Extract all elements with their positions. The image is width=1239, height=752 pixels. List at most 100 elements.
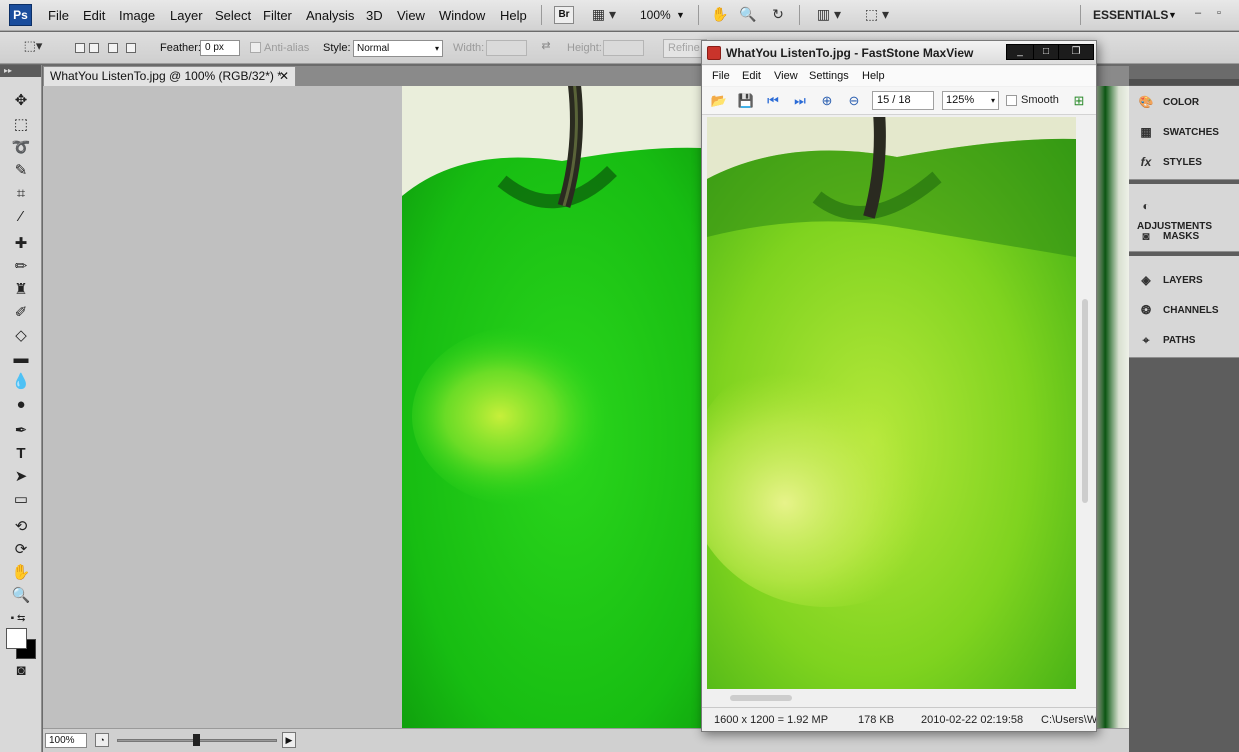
menu-file[interactable]: File bbox=[48, 8, 69, 23]
screen-mode-frame-icon[interactable]: ⬚ ▾ bbox=[860, 6, 894, 24]
shape-tool-icon[interactable]: ▭ bbox=[9, 489, 33, 511]
blur-tool-icon[interactable]: 💧 bbox=[9, 371, 33, 393]
menu-image[interactable]: Image bbox=[119, 8, 155, 23]
history-brush-tool-icon[interactable]: ✐ bbox=[9, 302, 33, 324]
minimize-icon[interactable]: – bbox=[1191, 6, 1205, 20]
marquee-preset-icon[interactable]: ⬚▾ bbox=[20, 38, 46, 56]
dodge-tool-icon[interactable]: ● bbox=[9, 394, 33, 416]
menu-window[interactable]: Window bbox=[439, 8, 485, 23]
path-selection-tool-icon[interactable]: ➤ bbox=[9, 466, 33, 488]
antialias-checkbox[interactable] bbox=[250, 42, 261, 53]
faststone-image-view[interactable] bbox=[707, 117, 1076, 689]
add-image-icon[interactable]: ⊞ bbox=[1070, 93, 1088, 109]
workspace-switcher[interactable]: ESSENTIALS bbox=[1093, 8, 1168, 22]
menu-view[interactable]: View bbox=[397, 8, 425, 23]
bridge-button[interactable]: Br bbox=[554, 6, 574, 24]
open-folder-icon[interactable]: 📂 bbox=[710, 93, 728, 109]
zoom-dropdown-icon[interactable]: ▼ bbox=[676, 10, 685, 20]
fs-menu-file[interactable]: File bbox=[712, 70, 730, 82]
panel-dock-header[interactable] bbox=[1129, 79, 1239, 85]
screen-mode-icon[interactable]: ▦ ▾ bbox=[589, 6, 619, 24]
save-icon[interactable]: 💾 bbox=[737, 93, 755, 109]
fs-menu-settings[interactable]: Settings bbox=[809, 70, 849, 82]
intersect-selection-icon[interactable] bbox=[126, 43, 136, 53]
subtract-selection-icon[interactable] bbox=[108, 43, 118, 53]
zoom-out-icon[interactable]: ⊖ bbox=[845, 93, 863, 109]
hand-tool-icon[interactable]: ✋ bbox=[710, 6, 730, 24]
type-tool-icon[interactable]: T bbox=[9, 443, 33, 465]
swap-dimensions-icon[interactable]: ⇄ bbox=[539, 39, 553, 57]
timeline-slider-thumb[interactable] bbox=[193, 734, 200, 746]
hand-tool-icon[interactable]: ✋ bbox=[9, 562, 33, 584]
menu-analysis[interactable]: Analysis bbox=[306, 8, 354, 23]
zoom-in-icon[interactable]: ⊕ bbox=[818, 93, 836, 109]
restore-icon[interactable]: ▫ bbox=[1212, 6, 1226, 20]
play-icon[interactable]: ▶ bbox=[282, 732, 296, 748]
feather-input[interactable]: 0 px bbox=[200, 40, 240, 56]
eyedropper-tool-icon[interactable]: ⁄ bbox=[9, 206, 33, 228]
fs-menu-view[interactable]: View bbox=[774, 70, 798, 82]
vertical-scrollbar[interactable] bbox=[1082, 299, 1088, 503]
zoom-tool-icon[interactable]: 🔍 bbox=[9, 585, 33, 607]
foreground-color-swatch[interactable] bbox=[6, 628, 27, 649]
healing-brush-tool-icon[interactable]: ✚ bbox=[9, 233, 33, 255]
gradient-tool-icon[interactable]: ▬ bbox=[9, 348, 33, 370]
document-canvas-image[interactable] bbox=[402, 86, 702, 728]
height-input[interactable] bbox=[603, 40, 644, 56]
zoom-tool-icon[interactable]: 🔍 bbox=[738, 6, 758, 24]
fs-menu-edit[interactable]: Edit bbox=[742, 70, 761, 82]
maximize-icon[interactable]: □ bbox=[1033, 44, 1059, 60]
add-selection-icon[interactable] bbox=[89, 43, 99, 53]
page-indicator-field[interactable]: 15 / 18 bbox=[872, 91, 934, 110]
arrange-documents-icon[interactable]: ▥ ▾ bbox=[812, 6, 846, 24]
minimize-icon[interactable]: _ bbox=[1006, 44, 1034, 60]
quick-selection-tool-icon[interactable]: ✎ bbox=[9, 160, 33, 182]
lasso-tool-icon[interactable]: ➰ bbox=[9, 137, 33, 159]
smooth-checkbox[interactable] bbox=[1006, 95, 1017, 106]
panel-channels[interactable]: ❂ CHANNELS bbox=[1137, 301, 1237, 321]
crop-tool-icon[interactable]: ⌗ bbox=[9, 183, 33, 205]
eraser-tool-icon[interactable]: ◇ bbox=[9, 325, 33, 347]
menu-edit[interactable]: Edit bbox=[83, 8, 105, 23]
menu-layer[interactable]: Layer bbox=[170, 8, 203, 23]
panel-masks[interactable]: ◙ MASKS bbox=[1137, 227, 1237, 247]
fs-menu-help[interactable]: Help bbox=[862, 70, 885, 82]
restore-icon[interactable]: ❐ bbox=[1058, 44, 1094, 60]
width-input[interactable] bbox=[486, 40, 527, 56]
next-image-icon[interactable]: ⏭ bbox=[791, 93, 809, 109]
menu-select[interactable]: Select bbox=[215, 8, 251, 23]
zoom-level-menu[interactable]: 100% bbox=[640, 8, 671, 22]
panel-color[interactable]: 🎨 COLOR bbox=[1137, 93, 1237, 113]
menu-filter[interactable]: Filter bbox=[263, 8, 292, 23]
zoom-level-field[interactable]: 100% bbox=[45, 733, 87, 748]
brush-tool-icon[interactable]: ✏ bbox=[9, 256, 33, 278]
close-icon[interactable]: ✕ bbox=[279, 67, 289, 86]
3d-rotate-tool-icon[interactable]: ⟲ bbox=[9, 516, 33, 538]
document-tab[interactable]: WhatYou ListenTo.jpg @ 100% (RGB/32*) * … bbox=[43, 66, 296, 86]
previous-image-icon[interactable]: ⏮ bbox=[764, 93, 782, 109]
panel-layers[interactable]: ◈ LAYERS bbox=[1137, 271, 1237, 291]
pen-tool-icon[interactable]: ✒ bbox=[9, 420, 33, 442]
quick-mask-icon[interactable]: ◙ bbox=[9, 660, 33, 682]
workspace-dropdown-icon[interactable]: ▼ bbox=[1168, 10, 1177, 20]
default-colors-icon[interactable]: ▪ ⇆ bbox=[6, 608, 30, 630]
new-selection-icon[interactable] bbox=[75, 43, 85, 53]
rotate-view-icon[interactable]: ↻ bbox=[768, 6, 788, 24]
menu-3d[interactable]: 3D bbox=[366, 8, 383, 23]
antialias-label: Anti-alias bbox=[264, 42, 310, 54]
marquee-tool-icon[interactable]: ⬚ bbox=[9, 114, 33, 136]
clone-stamp-tool-icon[interactable]: ♜ bbox=[9, 279, 33, 301]
tools-panel-collapse-icon[interactable]: ▸▸ bbox=[0, 65, 41, 77]
horizontal-scrollbar[interactable] bbox=[730, 695, 792, 701]
faststone-title-bar[interactable]: WhatYou ListenTo.jpg - FastStone MaxView… bbox=[702, 41, 1096, 65]
panel-swatches[interactable]: ▦ SWATCHES bbox=[1137, 123, 1237, 143]
status-info-icon[interactable]: ◔ bbox=[95, 733, 109, 747]
zoom-select[interactable]: 125% ▾ bbox=[942, 91, 999, 110]
panel-styles[interactable]: fx STYLES bbox=[1137, 153, 1237, 173]
move-tool-icon[interactable]: ✥ bbox=[9, 90, 33, 112]
style-select[interactable]: Normal ▾ bbox=[353, 40, 443, 57]
3d-orbit-tool-icon[interactable]: ⟳ bbox=[9, 539, 33, 561]
menu-help[interactable]: Help bbox=[500, 8, 527, 23]
panel-paths[interactable]: ⌖ PATHS bbox=[1137, 331, 1237, 351]
panel-adjustments[interactable]: ◐ADJUSTMENTS bbox=[1137, 197, 1237, 232]
